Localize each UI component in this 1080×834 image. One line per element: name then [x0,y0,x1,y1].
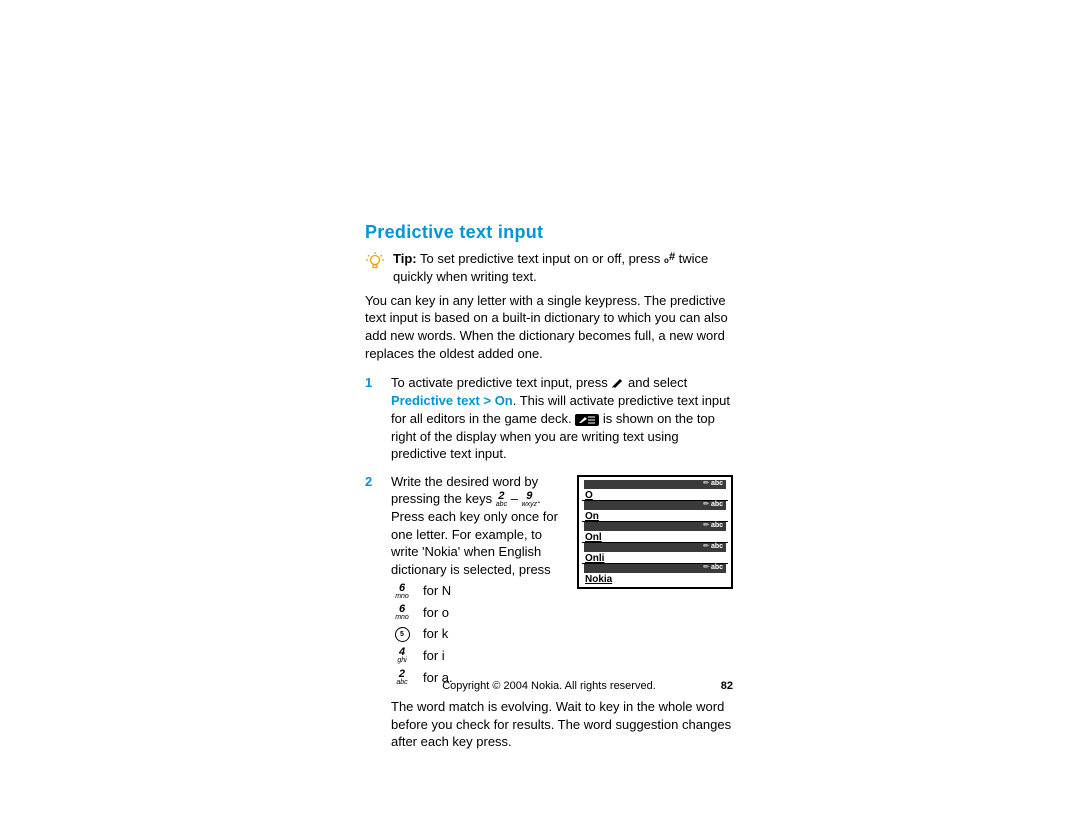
hash-key-icon: o# [664,250,675,267]
intro-paragraph: You can key in any letter with a single … [365,292,733,362]
step-number: 2 [365,473,377,763]
step-number: 1 [365,374,377,463]
step-body: Write the desired word by pressing the k… [391,473,733,763]
copyright-footer: Copyright © 2004 Nokia. All rights reser… [365,679,733,694]
tip-label: Tip: [393,251,417,266]
screen-row: ✏abcO [582,480,728,501]
tip-block: Tip: To set predictive text input on or … [365,250,733,286]
list-item: 1 To activate predictive text input, pre… [365,374,733,463]
closing-paragraph: The word match is evolving. Wait to key … [391,698,733,751]
list-item: 6mno for o [391,604,567,622]
tip-text: Tip: To set predictive text input on or … [393,250,733,286]
manual-page: Predictive text input Tip: To set predic… [0,0,1080,834]
phone-key-icon: 6mno [395,583,409,600]
list-item: 4ghi for i [391,647,567,665]
key-for-label: for i [423,647,445,665]
key-for-label: for k [423,625,448,643]
phone-key-icon: 5 [395,627,410,642]
key-for-label: for N [423,582,451,600]
key-sequence-list: 6mnofor N6mnofor o5for k4ghifor i2abcfor… [391,582,567,686]
typed-text: Nokia [584,573,726,588]
lightbulb-icon [365,252,385,286]
phone-key-icon: 6mno [395,604,409,621]
screen-row: ✏abcOnli [582,543,728,564]
list-item: 2 Write the desired word by pressing the… [365,473,733,763]
step-body: To activate predictive text input, press… [391,374,733,463]
page-number: 82 [721,679,733,694]
screen-row: ✏abcOn [582,501,728,522]
list-item: 6mno for N [391,582,567,600]
key-for-label: for o [423,604,449,622]
list-item: 5 for k [391,625,567,643]
menu-path-link: Predictive text > On [391,393,513,408]
steps-list: 1 To activate predictive text input, pre… [365,374,733,763]
tip-before: To set predictive text input on or off, … [417,251,664,266]
key-2-icon: 2abc [496,491,507,508]
section-heading: Predictive text input [365,220,733,244]
phone-screen-illustration: ✏abcO✏abcOn✏abcOnl✏abcOnli✏abcNokia [577,475,733,589]
indicator-icon [575,414,599,426]
screen-row: ✏abcNokia [582,564,728,584]
pen-icon [611,375,624,393]
screen-row: ✏abcOnl [582,522,728,543]
key-9-icon: 9wxyz [522,491,538,508]
phone-key-icon: 4ghi [397,647,406,664]
